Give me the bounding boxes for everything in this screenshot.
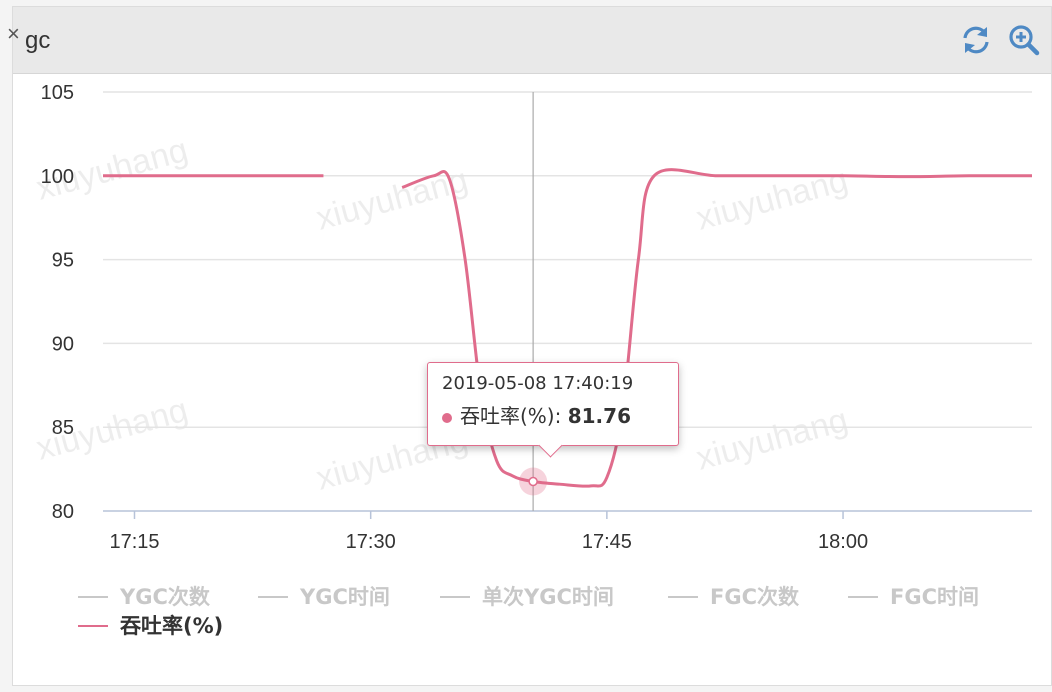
legend-item[interactable]: YGC次数 [78,585,211,609]
y-tick-label: 90 [52,333,74,355]
watermark-text: xiuyuhang [692,401,852,478]
y-tick-label: 80 [52,501,74,523]
y-tick-label: 105 [41,82,74,104]
y-tick-label: 95 [52,250,74,272]
tooltip-series-dot [442,412,452,423]
y-tick-label: 100 [41,166,74,188]
legend-label: FGC次数 [710,585,800,609]
line-chart: xiuyuhang xiuyuhang xiuyuhangxiuyuhang xiuy… [32,82,1033,638]
y-tick-label: 85 [52,417,74,439]
x-tick-label: 18:00 [818,531,868,553]
watermark-text: xiuyuhang [692,161,852,238]
x-tick-label: 17:45 [582,531,632,553]
series-layer [102,168,1033,496]
legend-label: 吞吐率(%) [120,614,223,638]
tooltip-date: 2019-05-08 17:40:19 [442,373,634,394]
x-tick-label: 17:15 [109,531,159,553]
legend-item[interactable]: 单次YGC时间 [440,585,614,609]
tooltip-series-name: 吞吐率(%) [460,404,555,428]
legend-item[interactable]: FGC时间 [848,585,979,609]
highlight-point [528,476,538,487]
legend-item[interactable]: YGC时间 [258,585,390,609]
watermark-text: xiuyuhang [312,161,472,238]
x-axis: 17:15 17:30 17:45 18:00 [103,510,1032,553]
legend-label: YGC时间 [299,585,390,609]
legend-label: 单次YGC时间 [482,585,614,609]
tooltip-row: 吞吐率(%): 81.76 [442,400,664,429]
tooltip-value: 81.76 [567,404,631,428]
legend-label: FGC时间 [890,585,979,609]
legend-item[interactable]: FGC次数 [668,585,800,609]
legend-label: YGC次数 [119,585,211,609]
x-tick-label: 17:30 [346,531,396,553]
legend-item[interactable]: 吞吐率(%) [78,614,223,638]
chart-tooltip: 2019-05-08 17:40:19 吞吐率(%): 81.76 [427,362,679,458]
chart-legend: YGC次数 YGC时间 单次YGC时间 FGC次数 FGC时间吞吐率(%) [78,585,979,638]
